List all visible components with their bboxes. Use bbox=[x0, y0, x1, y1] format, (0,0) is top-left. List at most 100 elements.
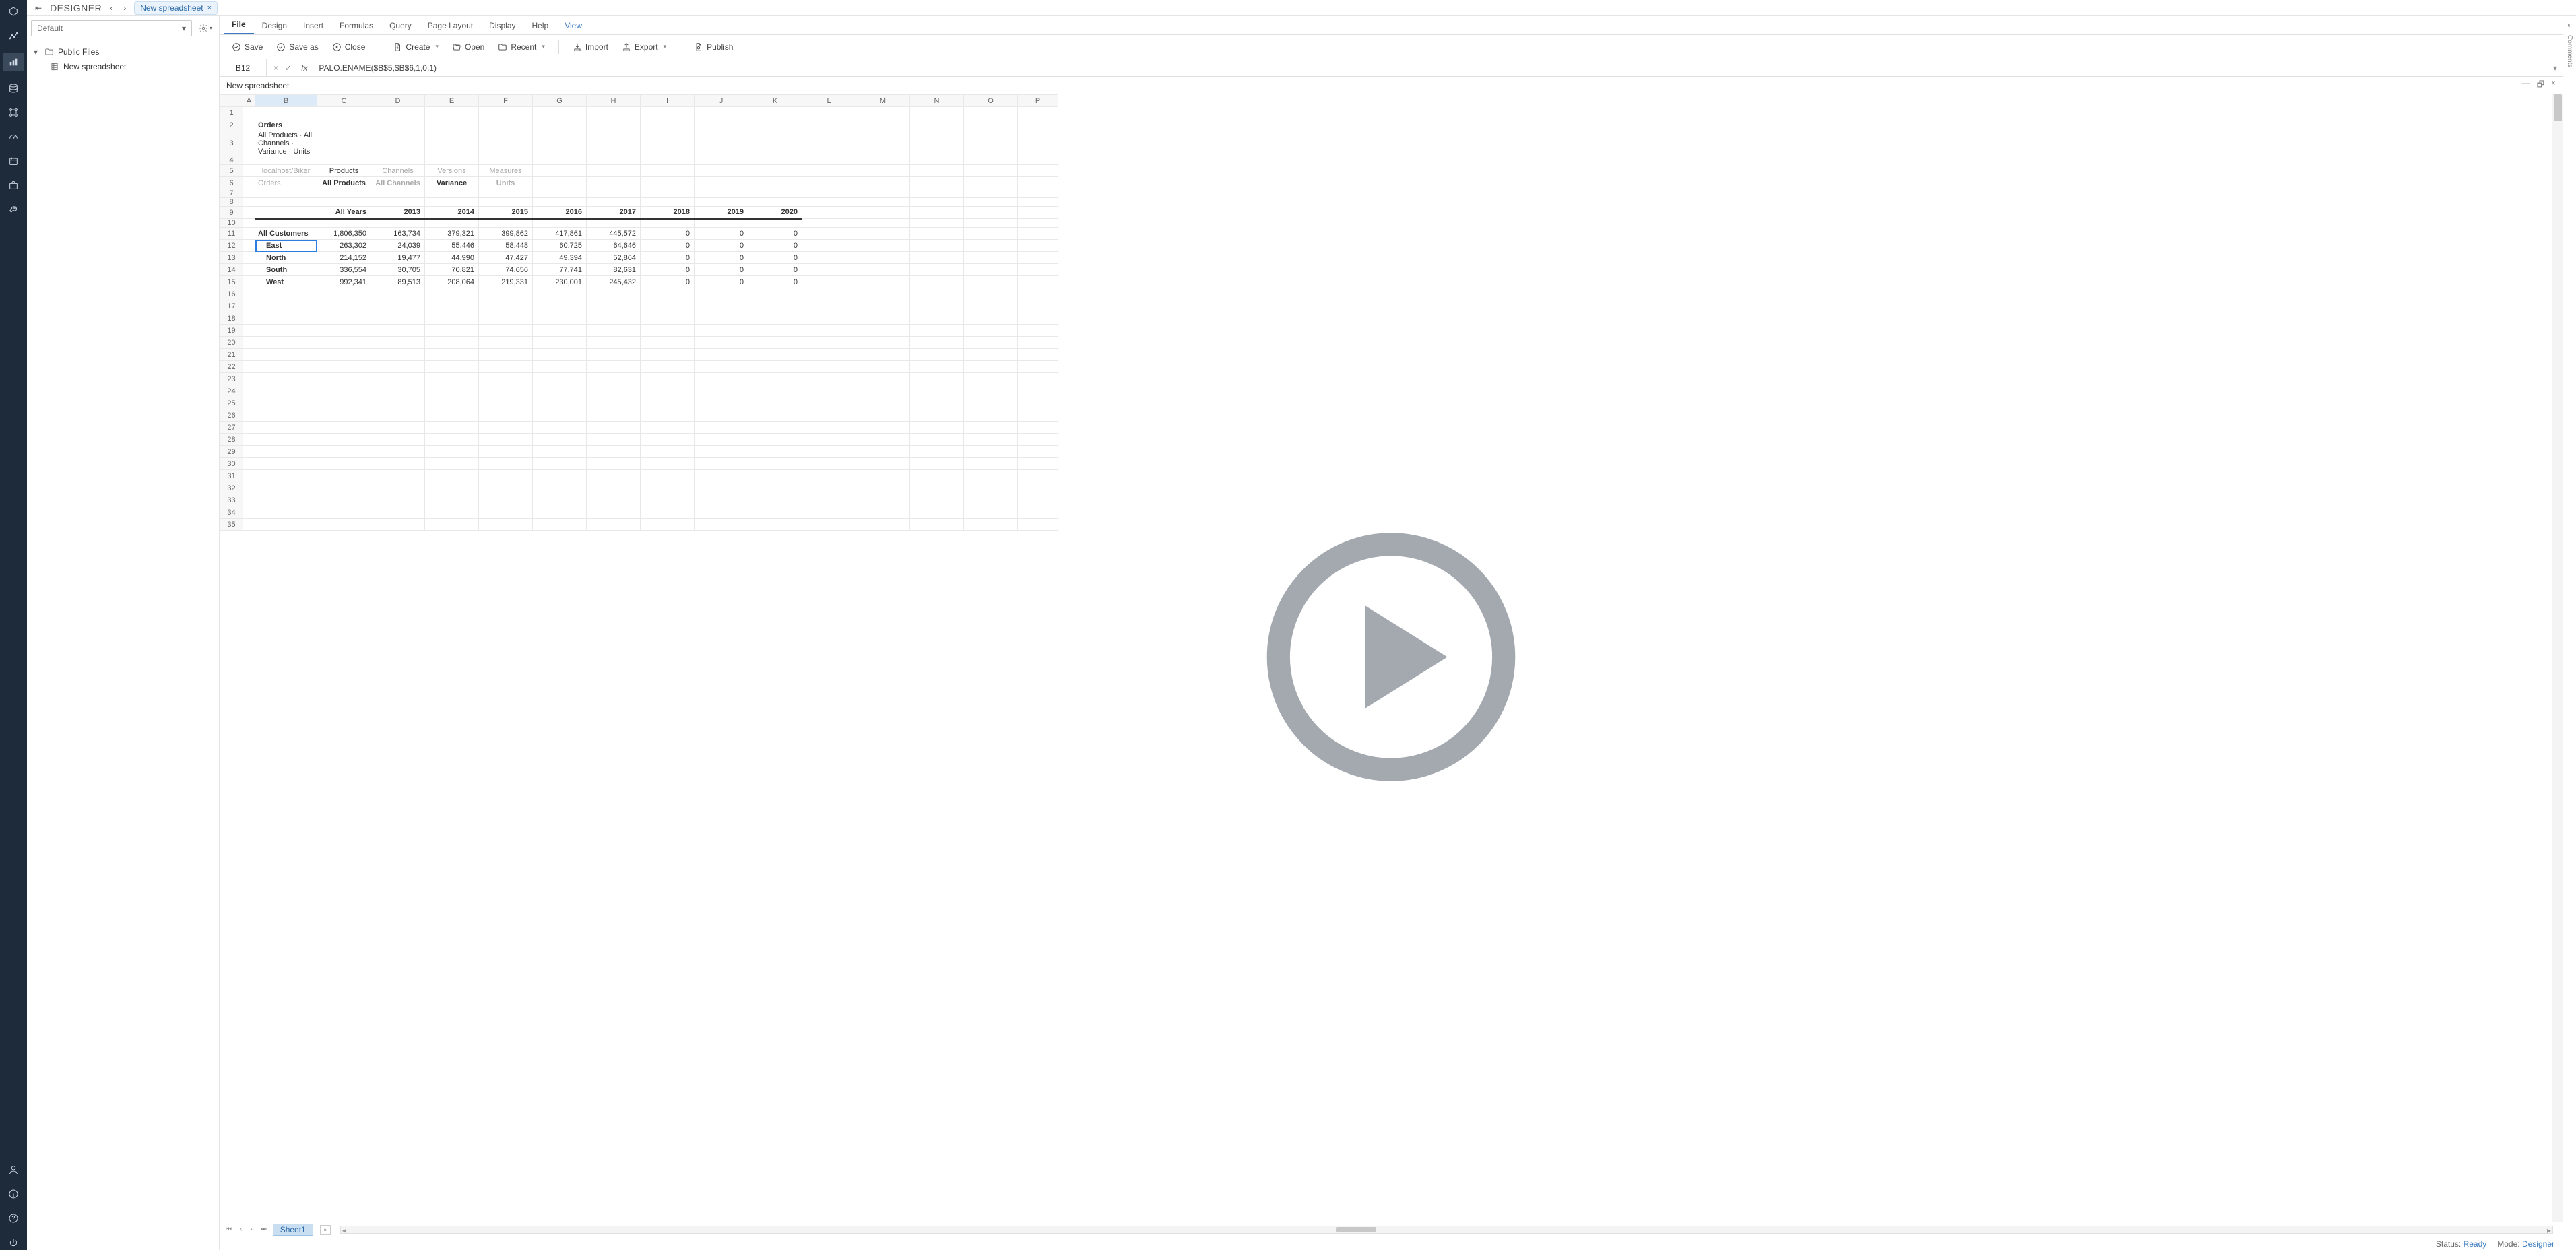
cell-M24[interactable] bbox=[856, 385, 910, 397]
col-header-F[interactable]: F bbox=[479, 95, 533, 107]
cell-O12[interactable] bbox=[964, 240, 1018, 252]
cell-F23[interactable] bbox=[479, 373, 533, 385]
cell-D30[interactable] bbox=[371, 458, 425, 470]
cell-I34[interactable] bbox=[641, 506, 695, 519]
cell-P32[interactable] bbox=[1018, 482, 1058, 494]
cell-L35[interactable] bbox=[802, 519, 856, 531]
cell-K22[interactable] bbox=[748, 361, 802, 373]
create-button[interactable]: Create▾ bbox=[387, 40, 444, 55]
wrench-icon[interactable] bbox=[6, 202, 21, 217]
col-header-C[interactable]: C bbox=[317, 95, 371, 107]
cell-G2[interactable] bbox=[533, 119, 587, 131]
cell-M30[interactable] bbox=[856, 458, 910, 470]
cell-B10[interactable] bbox=[255, 219, 317, 228]
cell-I30[interactable] bbox=[641, 458, 695, 470]
cell-J29[interactable] bbox=[695, 446, 748, 458]
cell-C15[interactable]: 992,341 bbox=[317, 276, 371, 288]
cell-I19[interactable] bbox=[641, 325, 695, 337]
cell-B17[interactable] bbox=[255, 300, 317, 312]
cell-N13[interactable] bbox=[910, 252, 964, 264]
cell-E10[interactable] bbox=[425, 219, 479, 228]
formula-cancel-icon[interactable]: × bbox=[273, 63, 278, 73]
cell-E21[interactable] bbox=[425, 349, 479, 361]
cell-G33[interactable] bbox=[533, 494, 587, 506]
cell-H28[interactable] bbox=[587, 434, 641, 446]
nav-back-icon[interactable]: ‹ bbox=[107, 3, 115, 13]
cell-L8[interactable] bbox=[802, 198, 856, 207]
cell-M23[interactable] bbox=[856, 373, 910, 385]
cell-I24[interactable] bbox=[641, 385, 695, 397]
cell-H5[interactable] bbox=[587, 165, 641, 177]
cell-H17[interactable] bbox=[587, 300, 641, 312]
cell-C19[interactable] bbox=[317, 325, 371, 337]
cell-C6[interactable]: All Products bbox=[317, 177, 371, 189]
cell-K16[interactable] bbox=[748, 288, 802, 300]
horizontal-scrollbar[interactable]: ◂ ▸ bbox=[340, 1226, 2553, 1234]
analytics-icon[interactable] bbox=[6, 28, 21, 43]
cell-E35[interactable] bbox=[425, 519, 479, 531]
cell-A10[interactable] bbox=[243, 219, 255, 228]
cell-K19[interactable] bbox=[748, 325, 802, 337]
row-header-3[interactable]: 3 bbox=[220, 131, 243, 156]
cell-C31[interactable] bbox=[317, 470, 371, 482]
formula-expand-icon[interactable]: ▾ bbox=[2548, 63, 2563, 73]
cell-A18[interactable] bbox=[243, 312, 255, 325]
cell-B32[interactable] bbox=[255, 482, 317, 494]
cell-G18[interactable] bbox=[533, 312, 587, 325]
cell-E7[interactable] bbox=[425, 189, 479, 198]
cell-B12[interactable]: East bbox=[255, 240, 317, 252]
cell-C35[interactable] bbox=[317, 519, 371, 531]
cell-H13[interactable]: 52,864 bbox=[587, 252, 641, 264]
cell-I27[interactable] bbox=[641, 422, 695, 434]
cell-B14[interactable]: South bbox=[255, 264, 317, 276]
cell-O31[interactable] bbox=[964, 470, 1018, 482]
cell-B27[interactable] bbox=[255, 422, 317, 434]
cell-M22[interactable] bbox=[856, 361, 910, 373]
cell-P27[interactable] bbox=[1018, 422, 1058, 434]
cell-E34[interactable] bbox=[425, 506, 479, 519]
cell-D16[interactable] bbox=[371, 288, 425, 300]
cell-A11[interactable] bbox=[243, 228, 255, 240]
cell-N33[interactable] bbox=[910, 494, 964, 506]
cell-F24[interactable] bbox=[479, 385, 533, 397]
cell-M33[interactable] bbox=[856, 494, 910, 506]
row-header-21[interactable]: 21 bbox=[220, 349, 243, 361]
cell-C21[interactable] bbox=[317, 349, 371, 361]
cell-M1[interactable] bbox=[856, 107, 910, 119]
cell-D10[interactable] bbox=[371, 219, 425, 228]
cell-D34[interactable] bbox=[371, 506, 425, 519]
cell-K3[interactable] bbox=[748, 131, 802, 156]
cell-G3[interactable] bbox=[533, 131, 587, 156]
cell-O21[interactable] bbox=[964, 349, 1018, 361]
cell-P14[interactable] bbox=[1018, 264, 1058, 276]
cell-A5[interactable] bbox=[243, 165, 255, 177]
cell-G19[interactable] bbox=[533, 325, 587, 337]
cell-D28[interactable] bbox=[371, 434, 425, 446]
cell-M17[interactable] bbox=[856, 300, 910, 312]
cell-B35[interactable] bbox=[255, 519, 317, 531]
menu-design[interactable]: Design bbox=[254, 17, 295, 34]
cell-G7[interactable] bbox=[533, 189, 587, 198]
cell-L4[interactable] bbox=[802, 156, 856, 165]
cell-P21[interactable] bbox=[1018, 349, 1058, 361]
cell-A14[interactable] bbox=[243, 264, 255, 276]
cell-A16[interactable] bbox=[243, 288, 255, 300]
cell-I17[interactable] bbox=[641, 300, 695, 312]
cell-O8[interactable] bbox=[964, 198, 1018, 207]
cell-K10[interactable] bbox=[748, 219, 802, 228]
cell-L3[interactable] bbox=[802, 131, 856, 156]
cell-C8[interactable] bbox=[317, 198, 371, 207]
cell-K20[interactable] bbox=[748, 337, 802, 349]
cell-N17[interactable] bbox=[910, 300, 964, 312]
cell-F8[interactable] bbox=[479, 198, 533, 207]
cell-E3[interactable] bbox=[425, 131, 479, 156]
cell-A9[interactable] bbox=[243, 207, 255, 219]
cell-F30[interactable] bbox=[479, 458, 533, 470]
chevron-down-icon[interactable]: ▾ bbox=[433, 43, 439, 51]
cell-J2[interactable] bbox=[695, 119, 748, 131]
scroll-left-icon[interactable]: ◂ bbox=[342, 1226, 346, 1235]
cell-C27[interactable] bbox=[317, 422, 371, 434]
cell-C13[interactable]: 214,152 bbox=[317, 252, 371, 264]
row-header-14[interactable]: 14 bbox=[220, 264, 243, 276]
cell-M11[interactable] bbox=[856, 228, 910, 240]
